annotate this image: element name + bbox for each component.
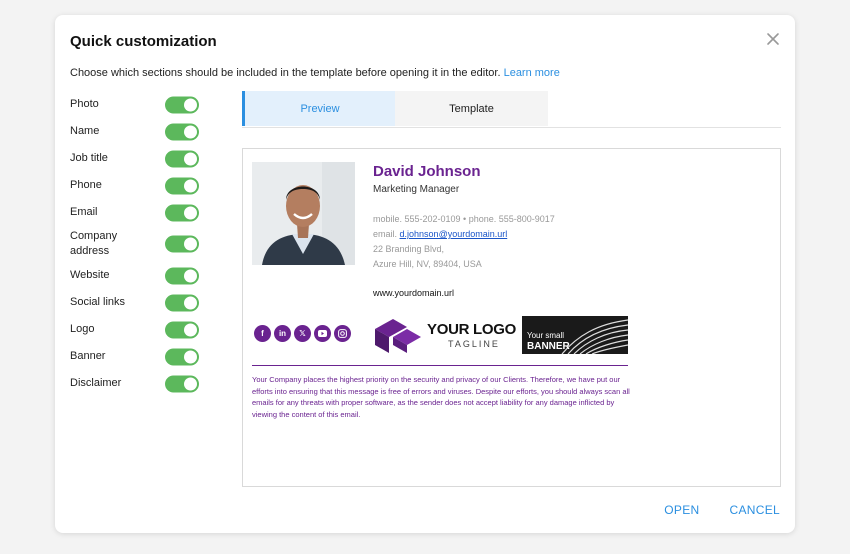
logo-mark-icon	[375, 319, 421, 353]
dialog-title: Quick customization	[70, 33, 217, 50]
tab-template[interactable]: Template	[395, 91, 548, 126]
signature-banner: Your small BANNER	[522, 316, 628, 354]
toggle-knob	[184, 269, 197, 282]
toggle-row-email: Email	[70, 199, 200, 226]
signature-job-title: Marketing Manager	[373, 184, 460, 195]
toggle-label: Job title	[70, 152, 108, 164]
signature-website[interactable]: www.yourdomain.url	[373, 288, 454, 298]
toggle-label: Website	[70, 269, 110, 281]
close-icon[interactable]	[765, 31, 781, 47]
dialog-subtitle: Choose which sections should be included…	[70, 67, 560, 79]
signature-address-line2: Azure Hill, NV, 89404, USA	[373, 259, 482, 269]
toggle-label: Banner	[70, 350, 106, 362]
toggle-label: Email	[70, 206, 98, 218]
tab-preview[interactable]: Preview	[242, 91, 395, 126]
subtitle-text: Choose which sections should be included…	[70, 67, 501, 79]
signature-preview: David Johnson Marketing Manager mobile. …	[242, 148, 781, 487]
youtube-icon[interactable]	[314, 325, 331, 342]
toggle-row-banner: Banner	[70, 343, 200, 370]
cancel-button[interactable]: CANCEL	[730, 503, 780, 517]
toggle-knob	[184, 237, 197, 251]
signature-disclaimer: Your Company places the highest priority…	[252, 375, 630, 419]
toggle-label: Disclaimer	[70, 377, 122, 389]
toggle-label: Company address	[70, 230, 118, 257]
toggle-label: Social links	[70, 296, 126, 308]
toggle-row-name: Name	[70, 118, 200, 145]
signature-address-line1: 22 Branding Blvd,	[373, 244, 445, 254]
company-address-toggle[interactable]	[165, 235, 199, 253]
company-logo: YOUR LOGO TAGLINE	[373, 315, 518, 355]
learn-more-link[interactable]: Learn more	[504, 67, 560, 79]
signature-phones: mobile. 555-202-0109 • phone. 555-800-90…	[373, 214, 555, 224]
email-link[interactable]: d.johnson@yourdomain.url	[400, 229, 508, 239]
phone-toggle[interactable]	[165, 177, 199, 194]
signature-name: David Johnson	[373, 163, 481, 180]
photo-toggle[interactable]	[165, 96, 199, 113]
email-prefix: email.	[373, 229, 398, 239]
view-tabs: Preview Template	[242, 91, 781, 128]
section-toggles: Photo Name Job title Phone Email Company…	[70, 91, 200, 397]
toggle-knob	[184, 377, 197, 390]
linkedin-icon[interactable]: in	[274, 325, 291, 342]
toggle-label: Name	[70, 125, 100, 137]
email-toggle[interactable]	[165, 204, 199, 221]
toggle-knob	[184, 323, 197, 336]
toggle-knob	[184, 152, 197, 165]
toggle-knob	[184, 179, 197, 192]
toggle-row-logo: Logo	[70, 316, 200, 343]
social-links: f in 𝕏	[254, 325, 351, 342]
toggle-knob	[184, 98, 197, 111]
instagram-icon[interactable]	[334, 325, 351, 342]
logo-text: YOUR LOGO	[427, 321, 516, 338]
logo-tagline: TAGLINE	[448, 339, 500, 349]
toggle-row-website: Website	[70, 262, 200, 289]
toggle-knob	[184, 125, 197, 138]
signature-divider	[252, 365, 628, 366]
banner-line2: BANNER	[527, 341, 570, 352]
toggle-row-social-links: Social links	[70, 289, 200, 316]
toggle-row-job-title: Job title	[70, 145, 200, 172]
quick-customization-dialog: Quick customization Choose which section…	[55, 15, 795, 533]
signature-email-row: email. d.johnson@yourdomain.url	[373, 229, 507, 239]
toggle-row-phone: Phone	[70, 172, 200, 199]
profile-photo	[252, 162, 355, 265]
banner-line1: Your small	[527, 331, 565, 340]
logo-toggle[interactable]	[165, 321, 199, 338]
dialog-actions: OPEN CANCEL	[664, 503, 780, 517]
name-toggle[interactable]	[165, 123, 199, 140]
banner-toggle[interactable]	[165, 348, 199, 365]
toggle-knob	[184, 206, 197, 219]
toggle-label: Photo	[70, 98, 99, 110]
facebook-icon[interactable]: f	[254, 325, 271, 342]
toggle-label: Phone	[70, 179, 102, 191]
social-links-toggle[interactable]	[165, 294, 199, 311]
toggle-row-disclaimer: Disclaimer	[70, 370, 200, 397]
toggle-knob	[184, 350, 197, 363]
website-toggle[interactable]	[165, 267, 199, 284]
toggle-knob	[184, 296, 197, 309]
x-icon[interactable]: 𝕏	[294, 325, 311, 342]
toggle-row-company-address: Company address	[70, 226, 200, 262]
toggle-label: Logo	[70, 323, 95, 335]
open-button[interactable]: OPEN	[664, 503, 699, 517]
disclaimer-toggle[interactable]	[165, 375, 199, 392]
toggle-row-photo: Photo	[70, 91, 200, 118]
job-title-toggle[interactable]	[165, 150, 199, 167]
